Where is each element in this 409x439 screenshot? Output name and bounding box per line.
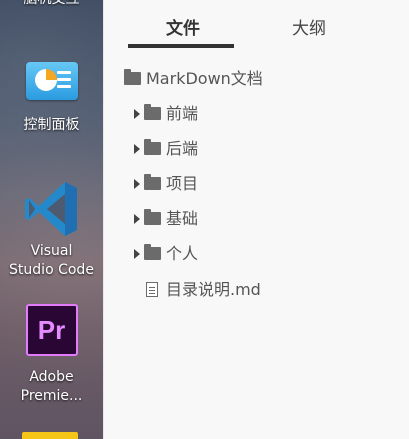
tree-item-folder[interactable]: 个人 — [104, 239, 409, 269]
expand-caret-icon[interactable] — [134, 109, 140, 119]
expand-caret-icon[interactable] — [134, 214, 140, 224]
desktop-icon-label-line2: Studio Code — [9, 262, 94, 278]
desktop-icon-label-line1: Visual — [30, 243, 73, 259]
folder-icon — [144, 139, 161, 155]
tab-outline[interactable]: 大纲 — [292, 14, 326, 39]
folder-icon — [144, 104, 161, 120]
desktop-icon-partial[interactable]: 脑机交互 — [0, 0, 103, 9]
folder-icon-partial[interactable] — [22, 432, 78, 439]
tree-root-label: MarkDown文档 — [146, 69, 263, 88]
folder-icon — [144, 209, 161, 225]
sidebar-tabs: 文件 大纲 — [104, 0, 409, 52]
vscode-icon — [24, 178, 80, 240]
screen: 脑机交互 控制面板 Visual Studio Code — [0, 0, 409, 439]
tree-item-label: 项目 — [166, 174, 199, 193]
tree-root[interactable]: MarkDown文档 — [104, 64, 409, 94]
folder-icon — [144, 244, 161, 260]
tree-item-folder[interactable]: 前端 — [104, 99, 409, 129]
file-icon — [146, 282, 158, 297]
desktop-icon-control-panel[interactable]: 控制面板 — [0, 62, 103, 135]
tree-item-folder[interactable]: 后端 — [104, 134, 409, 164]
control-panel-icon — [24, 62, 80, 106]
tree-item-label: 前端 — [166, 104, 199, 123]
desktop-icon-label-line2: Premie... — [20, 388, 83, 404]
tree-item-label: 基础 — [166, 209, 199, 228]
expand-caret-icon[interactable] — [134, 144, 140, 154]
tree-item-label: 目录说明.md — [166, 280, 261, 299]
folder-icon — [124, 69, 141, 85]
tree-item-file[interactable]: 目录说明.md — [104, 275, 409, 305]
folder-icon — [144, 174, 161, 190]
tree-item-label: 个人 — [166, 244, 199, 263]
sidebar-panel: 文件 大纲 MarkDown文档 前端 后端 项目 基础 个人 目录说明.md — [103, 0, 409, 439]
desktop-icon-premiere[interactable]: Pr Adobe Premie... — [0, 304, 103, 406]
desktop-area: 脑机交互 控制面板 Visual Studio Code — [0, 0, 103, 439]
tree-item-label: 后端 — [166, 139, 199, 158]
expand-caret-icon[interactable] — [134, 179, 140, 189]
desktop-icon-label: 控制面板 — [23, 117, 80, 133]
tab-files[interactable]: 文件 — [166, 14, 200, 39]
premiere-icon: Pr — [25, 304, 78, 356]
desktop-icon-label: 脑机交互 — [0, 0, 103, 9]
active-tab-indicator — [128, 44, 234, 48]
tree-item-folder[interactable]: 项目 — [104, 169, 409, 199]
desktop-icon-label-line1: Adobe — [29, 369, 74, 385]
tree-item-folder[interactable]: 基础 — [104, 204, 409, 234]
desktop-icon-vscode[interactable]: Visual Studio Code — [0, 178, 103, 280]
expand-caret-icon[interactable] — [134, 249, 140, 259]
